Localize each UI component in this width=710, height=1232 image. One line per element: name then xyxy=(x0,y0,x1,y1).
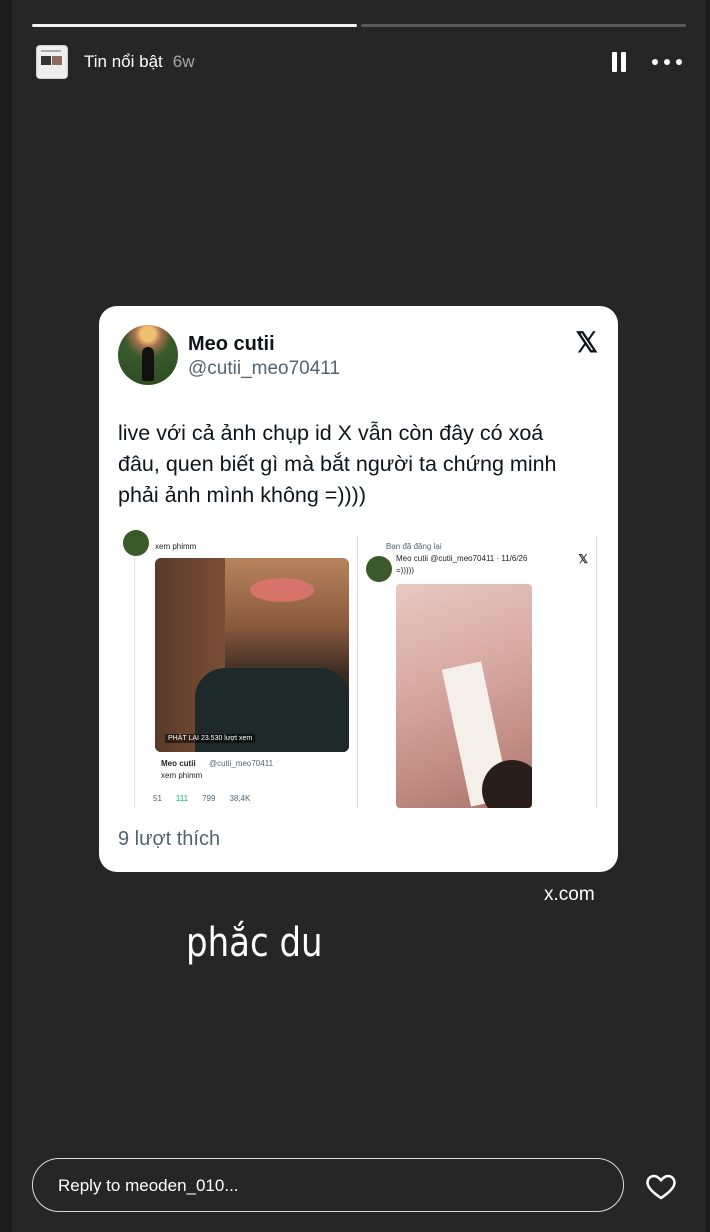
reply-input[interactable]: Reply to meoden_010... xyxy=(32,1158,624,1212)
tweet-author-name: Meo cutii xyxy=(188,333,275,355)
tweet-avatar xyxy=(118,325,178,385)
time-ago: 6w xyxy=(172,52,195,71)
embedded-avatar-right xyxy=(366,556,392,582)
embedded-repost-count: 111 xyxy=(175,794,189,803)
progress-segment-2 xyxy=(361,24,686,27)
embedded-right-pane: Bạn đã đăng lại Meo cutii @cutii_meo7041… xyxy=(360,536,597,808)
tweet-author-handle: @cutii_meo70411 xyxy=(188,358,341,379)
source-link[interactable]: x.com xyxy=(544,884,595,906)
progress-fill xyxy=(32,24,357,27)
embedded-name: Meo cutii xyxy=(161,759,196,768)
x-logo-icon: 𝕏 xyxy=(578,552,588,566)
embedded-reply-count: 51 xyxy=(153,794,162,803)
embedded-view-count: 38,4K xyxy=(229,794,251,803)
embedded-left-pane: xem phimm PHÁT LẠI 23.530 lượt xem Meo c… xyxy=(123,530,358,808)
embedded-photo xyxy=(396,584,532,808)
embedded-actions: 51 111 799 38,4K xyxy=(153,794,250,803)
embedded-caption: xem phimm xyxy=(155,542,197,551)
heart-icon[interactable] xyxy=(644,1170,678,1202)
more-icon[interactable] xyxy=(652,52,682,72)
embedded-avatar xyxy=(123,530,149,556)
embedded-right-text: =))))) xyxy=(396,566,414,575)
story-header: Tin nổi bật 6w xyxy=(36,44,682,80)
story-progress xyxy=(32,24,686,27)
tweet-like-count: 9 lượt thích xyxy=(118,828,221,850)
embedded-right-header: Meo cutii @cutii_meo70411 · 11/6/26 xyxy=(396,554,528,563)
video-overlay-label: PHÁT LẠI 23.530 lượt xem xyxy=(165,734,256,743)
x-logo-icon: 𝕏 xyxy=(575,327,598,358)
story-caption: phắc du xyxy=(186,920,323,966)
avatar[interactable] xyxy=(36,45,68,79)
embedded-video-thumbnail: PHÁT LẠI 23.530 lượt xem xyxy=(155,558,349,752)
embedded-handle: @cutii_meo70411 xyxy=(209,759,274,768)
embedded-screenshot: xem phimm PHÁT LẠI 23.530 lượt xem Meo c… xyxy=(123,530,597,808)
progress-segment-1 xyxy=(32,24,357,27)
embedded-text: xem phimm xyxy=(161,771,203,780)
tweet-card[interactable]: Meo cutii @cutii_meo70411 𝕏 live với cả … xyxy=(99,306,618,872)
account-name[interactable]: Tin nổi bật xyxy=(84,52,163,72)
pause-icon[interactable] xyxy=(612,52,626,72)
reply-placeholder: Reply to meoden_010... xyxy=(58,1176,239,1195)
embedded-repost-label: Bạn đã đăng lại xyxy=(386,542,442,551)
tweet-text: live với cả ảnh chụp id X vẫn còn đây có… xyxy=(118,421,557,507)
story-viewer: Tin nổi bật 6w Meo cutii @cutii_meo70411… xyxy=(12,0,706,1232)
embedded-like-count: 799 xyxy=(202,794,216,803)
